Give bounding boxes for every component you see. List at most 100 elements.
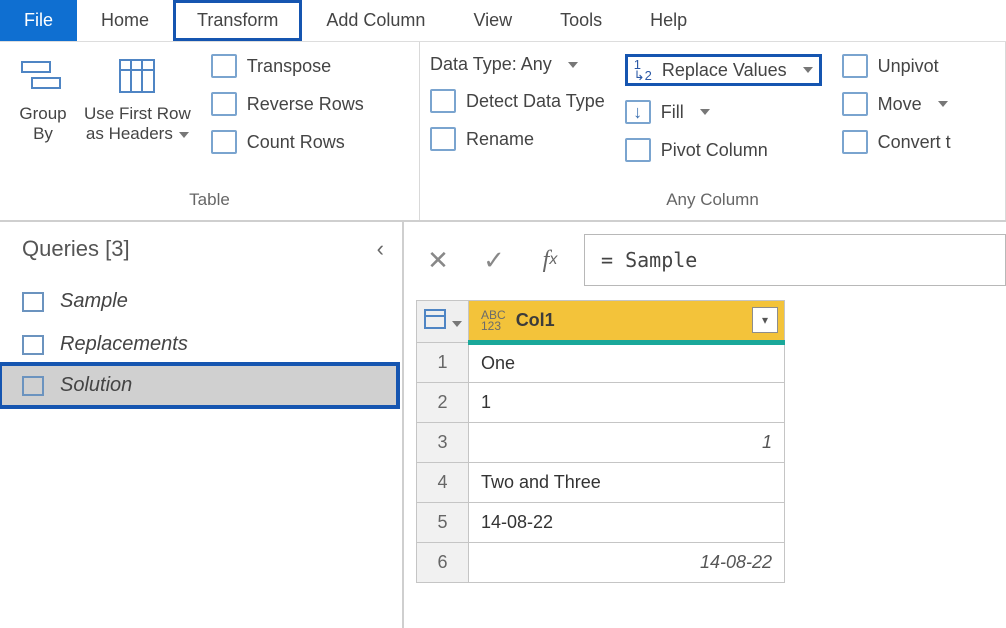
dropdown-caret-icon: [803, 67, 813, 73]
formula-input[interactable]: = Sample: [584, 234, 1006, 286]
rename-icon: [430, 127, 456, 151]
replace-values-label: Replace Values: [662, 60, 787, 81]
datatype-any-icon: ABC123: [481, 310, 506, 332]
use-first-row-icon: [112, 54, 162, 98]
query-item-label: Solution: [60, 374, 132, 397]
replace-values-icon: 1↳2: [634, 59, 652, 81]
data-cell[interactable]: 1: [469, 423, 785, 463]
row-number[interactable]: 3: [417, 423, 469, 463]
query-item-label: Sample: [60, 290, 128, 313]
rename-label: Rename: [466, 129, 534, 150]
convert-label: Convert t: [878, 132, 951, 153]
data-cell[interactable]: 14-08-22: [469, 543, 785, 583]
query-item-label: Replacements: [60, 333, 188, 356]
detect-data-type-button[interactable]: Detect Data Type: [430, 89, 605, 113]
queries-panel: Queries [3] ‹ Sample Replacements Solution: [0, 222, 404, 628]
fill-button[interactable]: ↓ Fill: [625, 100, 822, 124]
data-cell[interactable]: One: [469, 343, 785, 383]
fill-label: Fill: [661, 102, 684, 123]
row-number[interactable]: 5: [417, 503, 469, 543]
data-cell[interactable]: 1: [469, 383, 785, 423]
ribbon-group-table-label: Table: [10, 184, 409, 220]
dropdown-caret-icon: [452, 321, 462, 327]
replace-values-button[interactable]: 1↳2 Replace Values: [625, 54, 822, 86]
table-row[interactable]: 1One: [417, 343, 785, 383]
unpivot-button[interactable]: Unpivot: [842, 54, 951, 78]
queries-list: Sample Replacements Solution: [0, 280, 402, 409]
ribbon: Group By Use First Row as Headers Transp…: [0, 42, 1006, 222]
column-header-col1[interactable]: ABC123 Col1 ▾: [469, 301, 785, 343]
table-row[interactable]: 614-08-22: [417, 543, 785, 583]
query-item[interactable]: Sample: [0, 280, 402, 323]
ribbon-group-any-column: Data Type: Any Detect Data Type Rename 1…: [420, 42, 1006, 220]
row-number[interactable]: 6: [417, 543, 469, 583]
data-cell[interactable]: Two and Three: [469, 463, 785, 503]
table-row[interactable]: 31: [417, 423, 785, 463]
fill-icon: ↓: [625, 100, 651, 124]
formula-bar: ✕ ✓ fx = Sample: [416, 234, 1006, 286]
collapse-queries-icon[interactable]: ‹: [377, 236, 384, 262]
table-icon: [424, 309, 446, 329]
query-item[interactable]: Replacements: [0, 323, 402, 366]
use-first-row-button[interactable]: Use First Row as Headers: [76, 50, 199, 154]
reverse-rows-button[interactable]: Reverse Rows: [211, 92, 364, 116]
menu-tools[interactable]: Tools: [536, 0, 626, 41]
table-row[interactable]: 4Two and Three: [417, 463, 785, 503]
count-rows-label: Count Rows: [247, 132, 345, 153]
row-number[interactable]: 2: [417, 383, 469, 423]
data-table: ABC123 Col1 ▾ 1One21314Two and Three514-…: [416, 300, 785, 583]
table-corner-button[interactable]: [417, 301, 469, 343]
queries-title: Queries [3]: [22, 236, 130, 262]
convert-button[interactable]: Convert t: [842, 130, 951, 154]
unpivot-icon: [842, 54, 868, 78]
data-type-label: Data Type: Any: [430, 54, 552, 75]
move-button[interactable]: Move: [842, 92, 951, 116]
formula-commit-button[interactable]: ✓: [472, 236, 516, 284]
dropdown-caret-icon: [568, 62, 578, 68]
row-number[interactable]: 1: [417, 343, 469, 383]
menu-view[interactable]: View: [449, 0, 536, 41]
workspace: Queries [3] ‹ Sample Replacements Solution…: [0, 222, 1006, 628]
use-first-row-label: Use First Row as Headers: [84, 104, 191, 144]
count-rows-icon: [211, 130, 237, 154]
dropdown-caret-icon: [938, 101, 948, 107]
dropdown-caret-icon: [700, 109, 710, 115]
detect-data-type-icon: [430, 89, 456, 113]
formula-cancel-button[interactable]: ✕: [416, 236, 460, 284]
menu-home[interactable]: Home: [77, 0, 173, 41]
pivot-column-icon: [625, 138, 651, 162]
transpose-label: Transpose: [247, 56, 331, 77]
column-filter-button[interactable]: ▾: [752, 307, 778, 333]
convert-icon: [842, 130, 868, 154]
data-cell[interactable]: 14-08-22: [469, 503, 785, 543]
row-number[interactable]: 4: [417, 463, 469, 503]
pivot-column-label: Pivot Column: [661, 140, 768, 161]
query-icon: [22, 292, 44, 312]
data-type-button[interactable]: Data Type: Any: [430, 54, 605, 75]
fx-icon[interactable]: fx: [528, 236, 572, 284]
group-by-button[interactable]: Group By: [10, 50, 76, 154]
reverse-rows-label: Reverse Rows: [247, 94, 364, 115]
ribbon-group-table: Group By Use First Row as Headers Transp…: [0, 42, 420, 220]
move-icon: [842, 92, 868, 116]
dropdown-caret-icon: [179, 132, 189, 138]
table-row[interactable]: 514-08-22: [417, 503, 785, 543]
table-row[interactable]: 21: [417, 383, 785, 423]
unpivot-label: Unpivot: [878, 56, 939, 77]
group-by-icon: [18, 54, 68, 98]
query-item[interactable]: Solution: [0, 362, 400, 409]
menu-add-column[interactable]: Add Column: [302, 0, 449, 41]
reverse-rows-icon: [211, 92, 237, 116]
main-area: ✕ ✓ fx = Sample ABC123 Col1 ▾ 1One21314T…: [404, 222, 1006, 628]
menu-file[interactable]: File: [0, 0, 77, 41]
menu-transform[interactable]: Transform: [173, 0, 302, 41]
pivot-column-button[interactable]: Pivot Column: [625, 138, 822, 162]
transpose-icon: [211, 54, 237, 78]
detect-data-type-label: Detect Data Type: [466, 91, 605, 112]
rename-button[interactable]: Rename: [430, 127, 605, 151]
count-rows-button[interactable]: Count Rows: [211, 130, 364, 154]
menu-bar: File Home Transform Add Column View Tool…: [0, 0, 1006, 42]
move-label: Move: [878, 94, 922, 115]
menu-help[interactable]: Help: [626, 0, 711, 41]
transpose-button[interactable]: Transpose: [211, 54, 364, 78]
